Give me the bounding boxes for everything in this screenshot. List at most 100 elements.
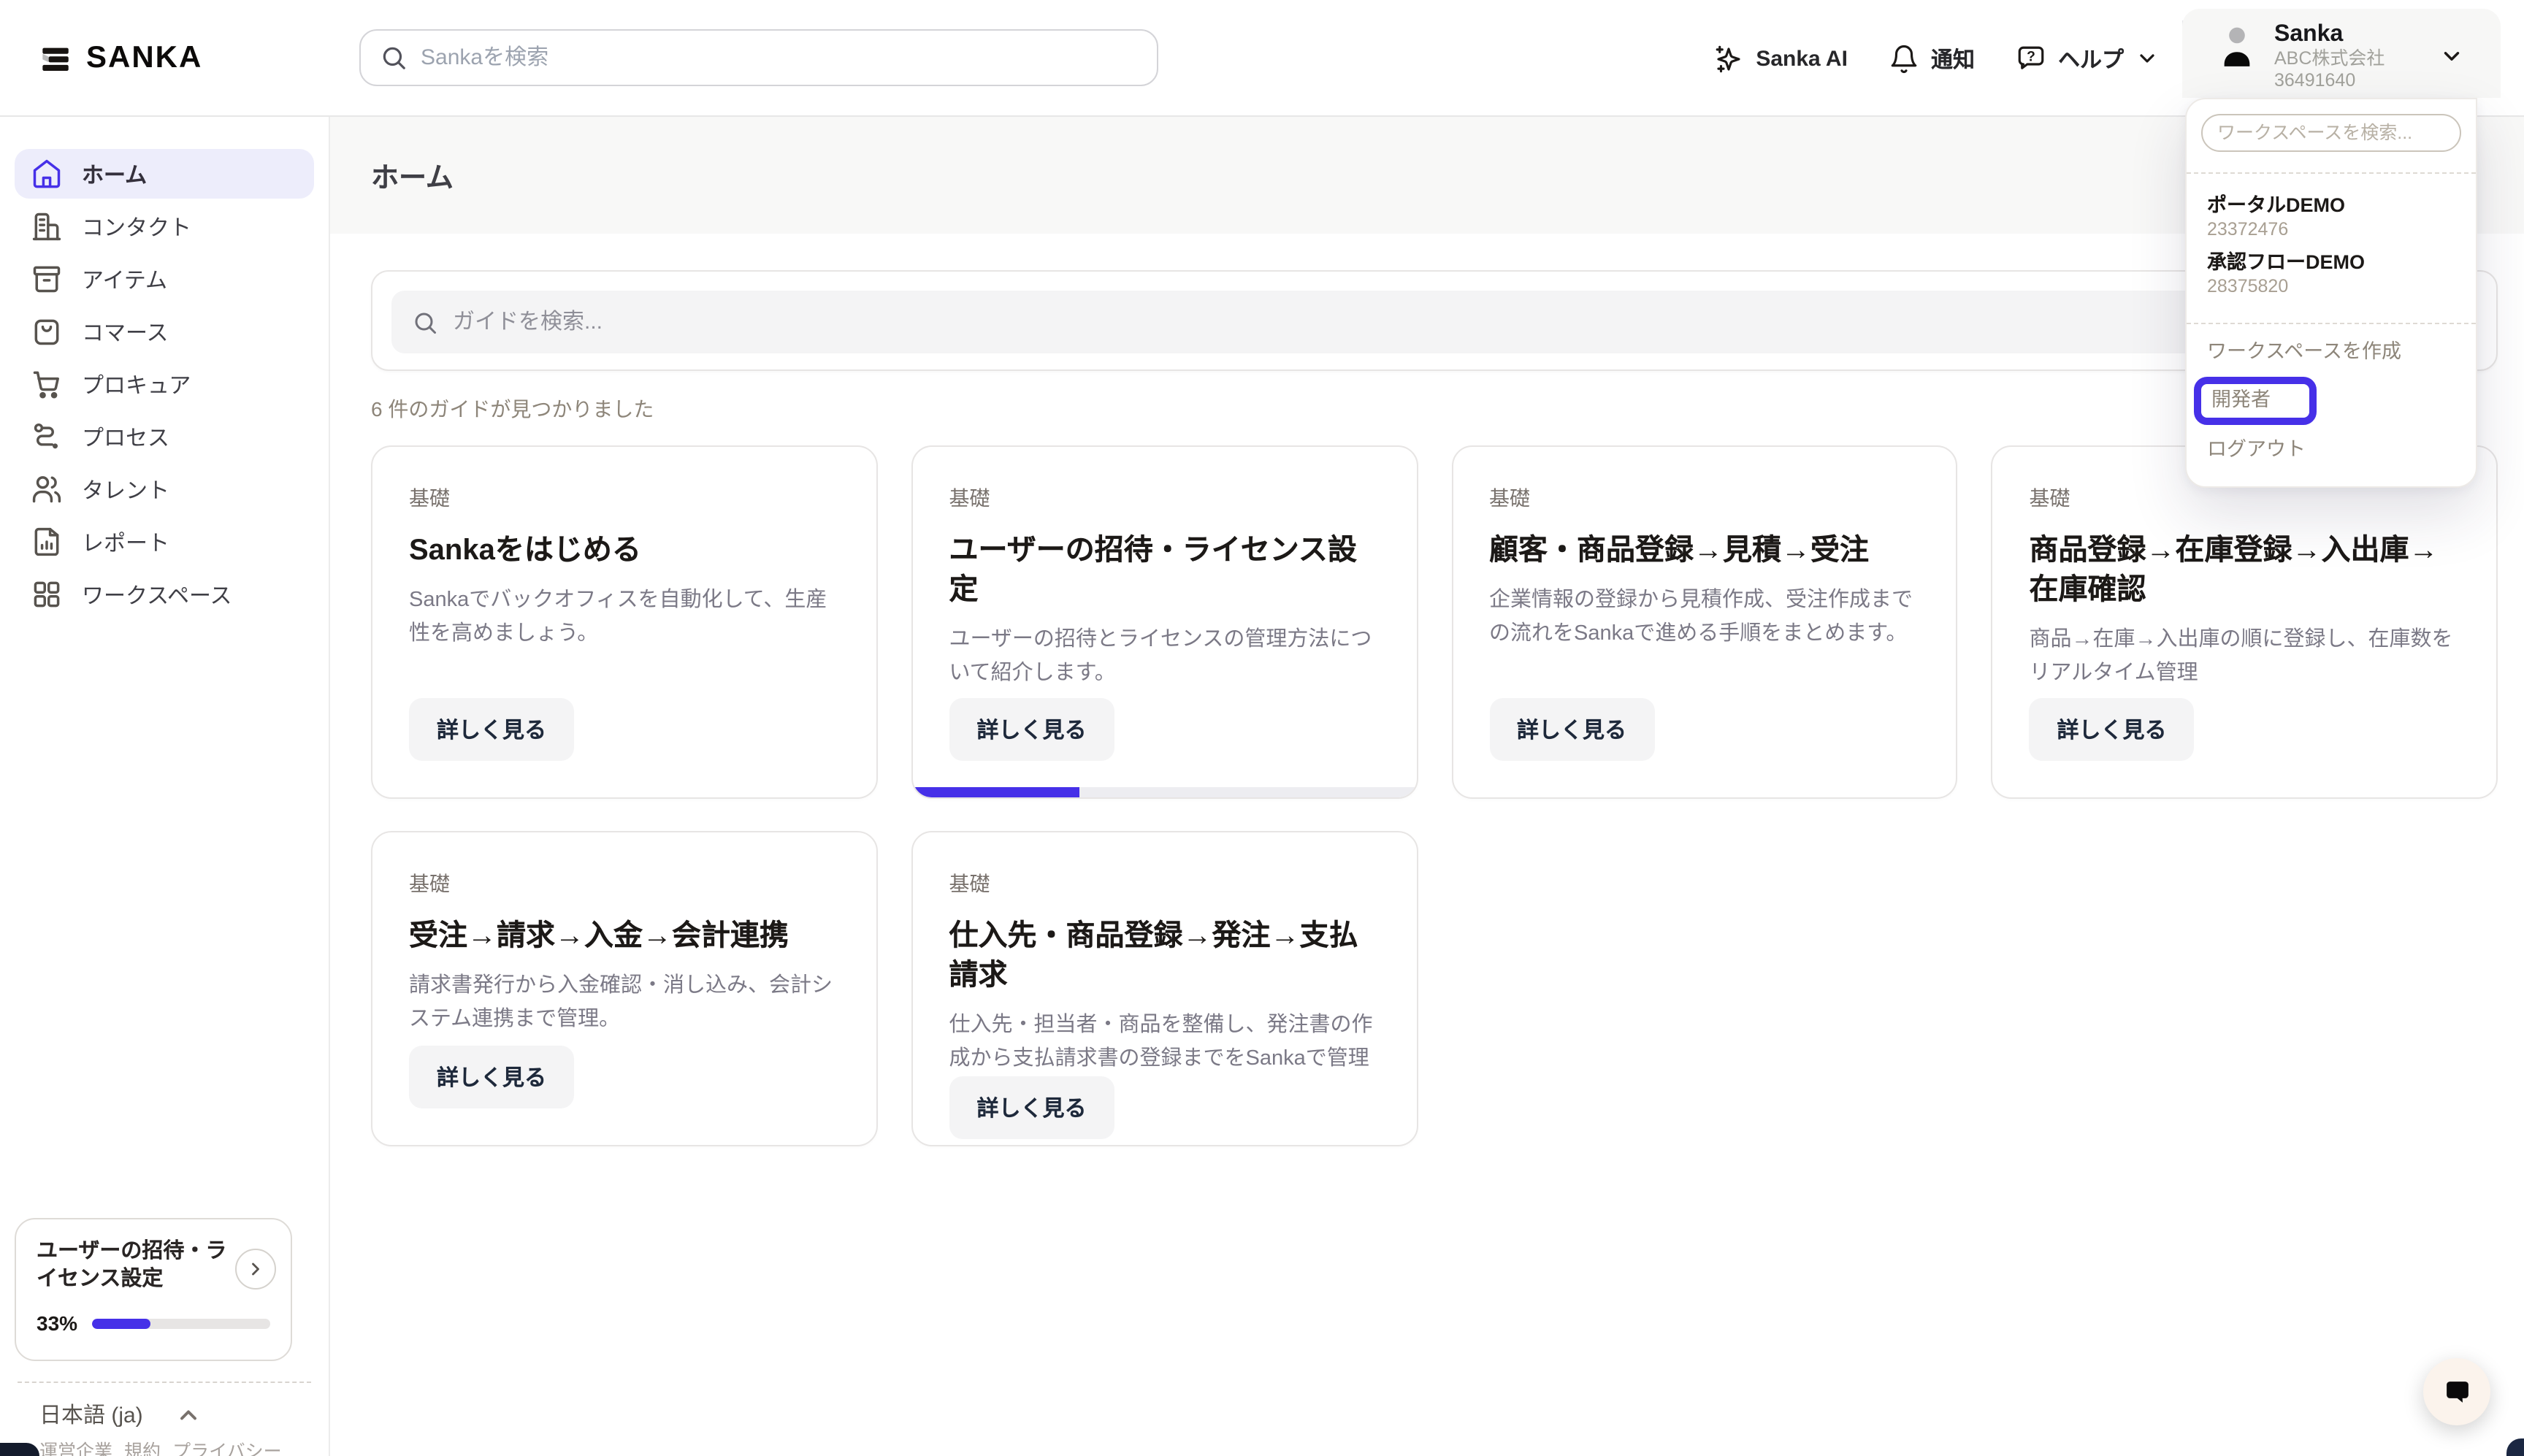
sidebar-item-reports[interactable]: レポート [15,517,314,567]
card-tag: 基礎 [2030,483,2460,513]
logout-item[interactable]: ログアウト [2207,437,2455,463]
sidebar-item-workspaces[interactable]: ワークスペース [15,570,314,619]
sidebar-item-label: ホーム [82,158,147,189]
dropdown-divider [2187,323,2476,324]
sidebar-item-items[interactable]: アイテム [15,254,314,304]
guide-card-purchasing: 基礎 仕入先・商品登録→発注→支払請求 仕入先・担当者・商品を整備し、発注書の作… [911,831,1418,1146]
workspace-actions: ワークスペースを作成 開発者 ログアウト [2201,339,2461,463]
workflow-route-icon [31,421,63,453]
help-bubble-icon: ? [2016,43,2046,74]
search-icon [412,309,438,335]
workspace-item[interactable]: ポータルDEMO 23372476 [2201,188,2461,245]
sanka-ai-button[interactable]: Sanka AI [1713,43,1848,74]
home-icon [31,158,63,190]
sidebar-item-label: ワークスペース [82,579,232,610]
guide-card-getting-started: 基礎 Sankaをはじめる Sankaでバックオフィスを自動化して、生産性を高め… [371,445,878,799]
card-title: 商品登録→在庫登録→入出庫→在庫確認 [2030,532,2460,610]
guide-search[interactable] [391,291,2477,353]
card-title: 顧客・商品登録→見積→受注 [1489,532,1920,571]
guide-search-panel [371,270,2498,371]
results-count: 6 件のガイドが見つかりました [371,394,2498,424]
card-title: 仕入先・商品登録→発注→支払請求 [949,917,1380,996]
notifications-button[interactable]: 通知 [1889,43,1975,74]
card-title: ユーザーの招待・ライセンス設定 [949,532,1380,610]
chevron-down-icon [2439,44,2464,69]
workspace-name: 承認フローDEMO [2207,250,2455,275]
footer-link-privacy[interactable]: プライバシー [172,1436,282,1456]
card-progress-bar [913,787,1417,797]
onboarding-progress-card: ユーザーの招待・ライセンス設定 33% [15,1218,292,1361]
progress-bar [92,1318,270,1328]
chat-launcher-button[interactable] [2423,1358,2490,1425]
card-detail-button[interactable]: 詳しく見る [409,1046,574,1108]
chevron-right-icon [245,1259,266,1279]
card-detail-button[interactable]: 詳しく見る [2030,698,2195,761]
card-detail-button[interactable]: 詳しく見る [949,1076,1114,1139]
card-description: Sankaでバックオフィスを自動化して、生産性を高めましょう。 [409,584,840,651]
user-name: Sanka [2274,22,2385,48]
workspace-id: 28375820 [2207,275,2455,298]
chat-bubble-icon [2441,1376,2472,1407]
workspace-list: ポータルDEMO 23372476 承認フローDEMO 28375820 [2201,188,2461,302]
guide-card-billing: 基礎 受注→請求→入金→会計連携 請求書発行から入金確認・消し込み、会計システム… [371,831,878,1146]
sidebar-item-process[interactable]: プロセス [15,412,314,461]
footer-link-terms[interactable]: 規約 [124,1436,161,1456]
footer-link-company[interactable]: 運営企業 [39,1436,112,1456]
developer-item-highlight: 開発者 [2194,377,2316,425]
progress-card-title: ユーザーの招待・ライセンス設定 [37,1238,238,1294]
file-chart-icon [31,526,63,558]
sidebar-item-contacts[interactable]: コンタクト [15,202,314,251]
workspace-search-input[interactable] [2217,123,2445,143]
sidebar-nav: ホーム コンタクト アイテム コマース [0,117,329,619]
card-description: 商品→在庫→入出庫の順に登録し、在庫数をリアルタイム管理 [2030,624,2460,691]
global-search[interactable] [359,29,1158,86]
user-menu-button[interactable]: Sanka ABC株式会社 36491640 [2182,9,2501,98]
sidebar-item-label: タレント [82,474,169,505]
card-detail-button[interactable]: 詳しく見る [409,698,574,761]
sanka-ai-label: Sanka AI [1756,46,1848,71]
card-progress-fill [913,787,1079,797]
guide-card-inventory: 基礎 商品登録→在庫登録→入出庫→在庫確認 商品→在庫→入出庫の順に登録し、在庫… [1992,445,2498,799]
chevron-down-icon [2135,47,2159,70]
brand-logo[interactable]: SANKA [37,0,202,117]
language-label: 日本語 (ja) [39,1399,143,1430]
workspace-search[interactable] [2201,114,2461,152]
page-title: ホーム [371,156,454,195]
card-tag: 基礎 [409,483,840,513]
sidebar-footer-links: 運営企業 規約 プライバシー [39,1436,282,1456]
shopping-bag-icon [31,315,63,348]
card-tag: 基礎 [1489,483,1920,513]
create-workspace-item[interactable]: ワークスペースを作成 [2207,339,2455,365]
guide-search-input[interactable] [453,310,2415,334]
workspace-id: 23372476 [2207,218,2455,241]
sidebar-item-commerce[interactable]: コマース [15,307,314,356]
sidebar: ホーム コンタクト アイテム コマース [0,117,330,1456]
card-description: 企業情報の登録から見積作成、受注作成までの流れをSankaで進める手順をまとめま… [1489,584,1920,651]
global-search-input[interactable] [421,45,1122,70]
developer-item[interactable]: 開発者 [2211,388,2271,410]
card-detail-button[interactable]: 詳しく見る [949,698,1114,761]
progress-card-next-button[interactable] [235,1249,276,1290]
card-title: Sankaをはじめる [409,532,840,571]
topbar: SANKA Sanka AI 通知 [0,0,2524,117]
language-selector[interactable]: 日本語 (ja) [39,1399,202,1430]
users-icon [31,473,63,505]
bottom-left-corner-widget [0,1443,39,1456]
help-menu-button[interactable]: ? ヘルプ [2016,43,2159,74]
card-description: 仕入先・担当者・商品を整備し、発注書の作成から支払請求書の登録までをSankaで… [949,1009,1380,1076]
sidebar-item-procure[interactable]: プロキュア [15,359,314,409]
sidebar-item-label: プロキュア [82,369,191,399]
workspace-name: ポータルDEMO [2207,193,2455,218]
workspace-item[interactable]: 承認フローDEMO 28375820 [2201,245,2461,302]
sidebar-item-home[interactable]: ホーム [15,149,314,199]
brand-name: SANKA [86,41,202,76]
card-tag: 基礎 [409,869,840,898]
shopping-cart-icon [31,368,63,400]
card-tag: 基礎 [949,483,1380,513]
chevron-up-icon [175,1401,202,1428]
user-workspace-id: 36491640 [2274,70,2385,92]
card-detail-button[interactable]: 詳しく見る [1489,698,1654,761]
user-company: ABC株式会社 [2274,48,2385,70]
sidebar-item-label: コンタクト [82,211,191,242]
sidebar-item-talent[interactable]: タレント [15,464,314,514]
